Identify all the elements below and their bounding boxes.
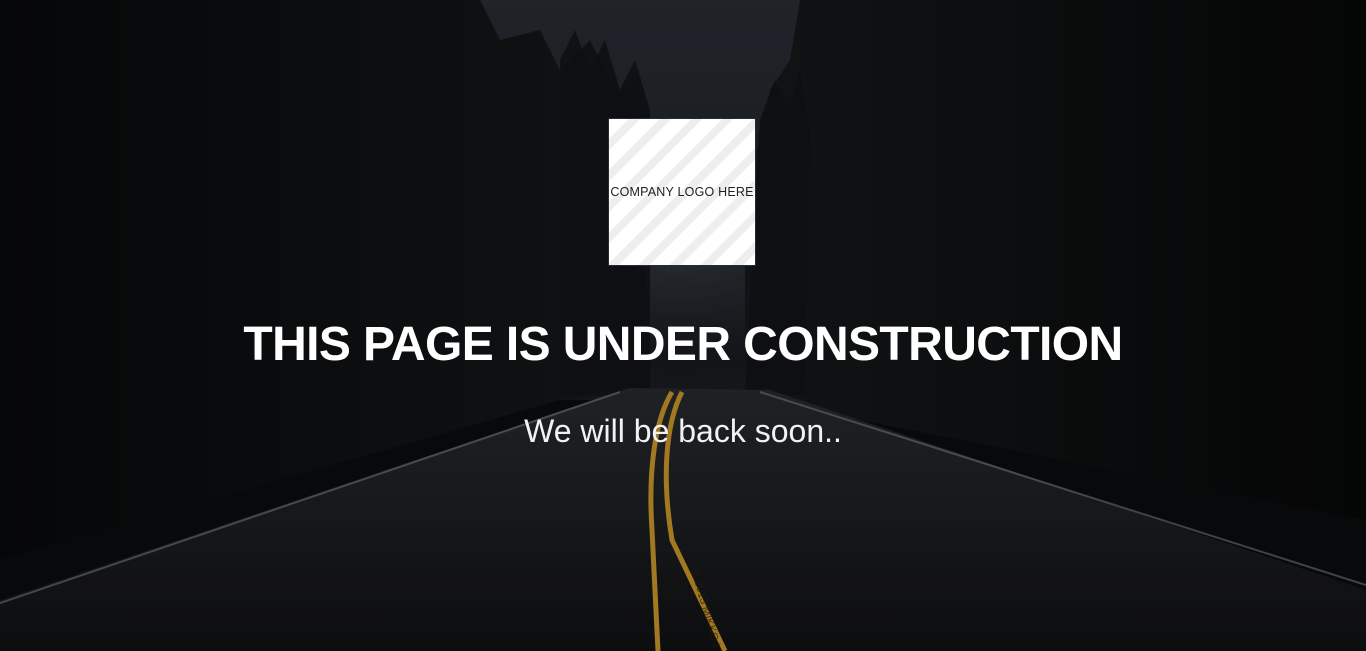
construction-page: COMPANY LOGO HERE THIS PAGE IS UNDER CON… <box>0 0 1366 651</box>
company-logo-placeholder: COMPANY LOGO HERE <box>608 118 756 266</box>
logo-placeholder-text: COMPANY LOGO HERE <box>610 185 754 199</box>
page-headline: THIS PAGE IS UNDER CONSTRUCTION <box>243 318 1123 371</box>
page-subheading: We will be back soon.. <box>524 413 842 449</box>
